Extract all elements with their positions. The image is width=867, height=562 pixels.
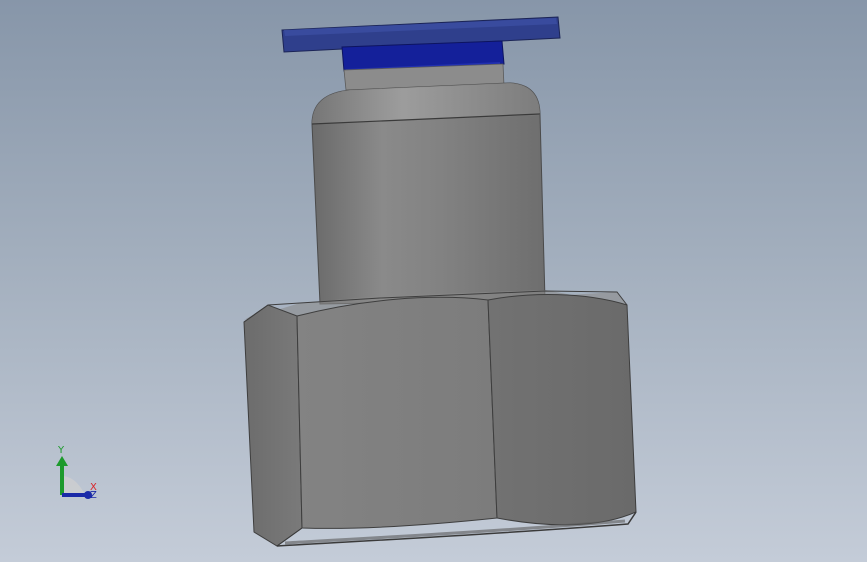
hex-nut[interactable] [243,290,637,547]
y-axis-label: Y [57,445,65,456]
graphics-viewport[interactable]: Y X Z [0,0,867,562]
coordinate-triad: Y X Z [50,440,110,510]
body-cylinder[interactable] [311,82,546,305]
z-axis-label: Z [90,490,97,501]
fitting-model[interactable] [0,0,867,562]
